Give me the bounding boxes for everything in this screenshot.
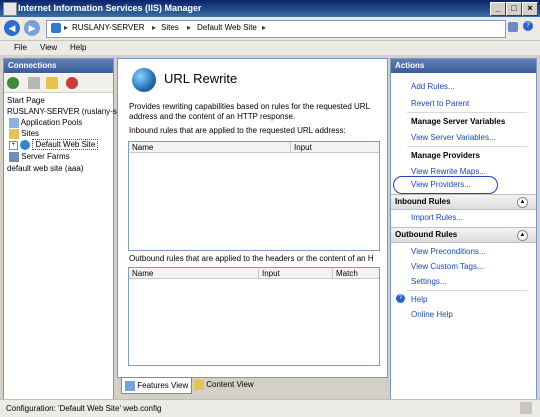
divider [407, 112, 527, 113]
tree-default-web-site-aaa[interactable]: default web site (aaa) [7, 164, 84, 173]
tree-default-web-site[interactable]: + Default Web Site [9, 139, 99, 151]
revert-to-parent-link[interactable]: Revert to Parent [411, 99, 469, 108]
view-tabs: Features View Content View [117, 377, 388, 394]
view-rewrite-maps-link[interactable]: View Rewrite Maps... [411, 167, 486, 176]
menu-help[interactable]: Help [70, 43, 86, 52]
outbound-rules-group[interactable]: Outbound Rules ▲ [391, 227, 536, 243]
divider [407, 146, 527, 147]
save-icon[interactable] [28, 77, 40, 89]
features-view-icon [125, 380, 135, 391]
globe-icon [20, 140, 31, 150]
tree-label: Default Web Site [32, 139, 99, 151]
menu-view[interactable]: View [40, 43, 57, 52]
url-rewrite-globe-icon [132, 68, 156, 92]
tab-label: Features View [137, 381, 189, 390]
maximize-button[interactable]: □ [506, 2, 522, 16]
page-title: URL Rewrite [164, 71, 238, 86]
view-preconditions-link[interactable]: View Preconditions... [411, 247, 486, 256]
settings-link[interactable]: Settings... [411, 277, 447, 286]
feature-pane: URL Rewrite Provides rewriting capabilit… [117, 58, 388, 378]
inbound-rules-label: Inbound rules that are applied to the re… [129, 126, 346, 135]
refresh-icon[interactable] [508, 22, 518, 32]
up-folder-icon[interactable] [46, 77, 58, 89]
feature-description: Provides rewriting capabilities based on… [129, 102, 370, 121]
import-rules-link[interactable]: Import Rules... [411, 213, 463, 222]
group-label: Outbound Rules [395, 230, 458, 239]
group-label: Inbound Rules [395, 197, 451, 206]
actions-header: Actions [391, 59, 536, 73]
close-button[interactable]: × [522, 2, 538, 16]
inbound-rules-group[interactable]: Inbound Rules ▲ [391, 194, 536, 210]
tree-server-farms[interactable]: Server Farms [9, 152, 70, 162]
forward-arrow-icon[interactable]: ▶ [24, 20, 40, 36]
tree-app-pools[interactable]: Application Pools [9, 118, 82, 128]
manage-server-variables-heading: Manage Server Variables [411, 117, 506, 126]
title-bar: Internet Information Services (IIS) Mana… [0, 0, 540, 17]
help-icon[interactable]: ? [523, 21, 533, 31]
help-icon: ? [396, 294, 405, 303]
breadcrumb-arrow-icon: ▸ [262, 23, 267, 32]
view-custom-tags-link[interactable]: View Custom Tags... [411, 262, 484, 271]
tree-label: Server Farms [21, 152, 70, 162]
column-header-input[interactable]: Input [259, 268, 333, 279]
iis-app-icon [3, 2, 17, 16]
help-link[interactable]: Help [411, 295, 427, 304]
tree-sites[interactable]: Sites [9, 129, 39, 139]
column-header-match[interactable]: Match [333, 268, 379, 279]
breadcrumb-sites[interactable]: Sites [161, 23, 179, 32]
breadcrumb-arrow-icon: ▸ [187, 23, 192, 32]
tree-label: Application Pools [20, 118, 83, 128]
breadcrumb-arrow-icon: ▸ [64, 23, 69, 32]
window-title: Internet Information Services (IIS) Mana… [18, 3, 202, 13]
view-providers-link[interactable]: View Providers... [411, 180, 471, 189]
connect-icon[interactable] [7, 77, 19, 89]
connections-toolbar [4, 74, 113, 93]
tab-label: Content View [206, 380, 254, 389]
column-header-name[interactable]: Name [129, 268, 259, 279]
server-farm-icon [9, 152, 19, 162]
menu-bar: File View Help [0, 41, 540, 55]
status-bar: Configuration: 'Default Web Site' web.co… [0, 399, 540, 417]
view-server-variables-link[interactable]: View Server Variables... [411, 133, 496, 142]
folder-icon [9, 129, 19, 139]
tab-content-view[interactable]: Content View [191, 377, 257, 392]
breadcrumb[interactable]: ▸ RUSLANY-SERVER ▸ Sites ▸ Default Web S… [46, 20, 506, 38]
connections-pane: Connections Start Page RUSLANY-SERVER (r… [3, 58, 121, 400]
server-icon [51, 23, 61, 33]
delete-connection-icon[interactable] [66, 77, 78, 89]
breadcrumb-server[interactable]: RUSLANY-SERVER [72, 23, 144, 32]
back-arrow-icon[interactable]: ◀ [4, 20, 20, 36]
online-help-link[interactable]: Online Help [411, 310, 453, 319]
collapse-chevron-icon[interactable]: ▲ [517, 230, 528, 241]
outbound-rules-grid[interactable]: Name Input Match [128, 267, 380, 366]
tab-features-view[interactable]: Features View [121, 377, 193, 394]
status-icon [520, 402, 532, 414]
column-header-name[interactable]: Name [129, 142, 291, 153]
status-text: Configuration: 'Default Web Site' web.co… [6, 404, 162, 413]
collapse-chevron-icon[interactable]: ▲ [517, 197, 528, 208]
divider [407, 290, 527, 291]
inbound-rules-grid[interactable]: Name Input [128, 141, 380, 251]
content-view-icon [194, 379, 204, 390]
menu-file[interactable]: File [14, 43, 27, 52]
address-bar: ◀ ▶ ▸ RUSLANY-SERVER ▸ Sites ▸ Default W… [0, 17, 540, 41]
expand-icon[interactable]: + [9, 140, 18, 150]
column-header-input[interactable]: Input [291, 142, 379, 153]
add-rules-link[interactable]: Add Rules... [411, 82, 455, 91]
connections-header: Connections [4, 59, 113, 73]
minimize-button[interactable]: _ [490, 2, 506, 16]
actions-pane: Actions Add Rules... Revert to Parent Ma… [390, 58, 537, 400]
app-pool-icon [9, 118, 19, 128]
tree-server[interactable]: RUSLANY-SERVER (ruslany-se [7, 107, 121, 116]
tree-label: Sites [21, 129, 40, 139]
manage-providers-heading: Manage Providers [411, 151, 480, 160]
outbound-rules-label: Outbound rules that are applied to the h… [129, 254, 374, 263]
tree-start-page[interactable]: Start Page [7, 96, 45, 105]
breadcrumb-arrow-icon: ▸ [152, 23, 157, 32]
breadcrumb-site[interactable]: Default Web Site [197, 23, 257, 32]
